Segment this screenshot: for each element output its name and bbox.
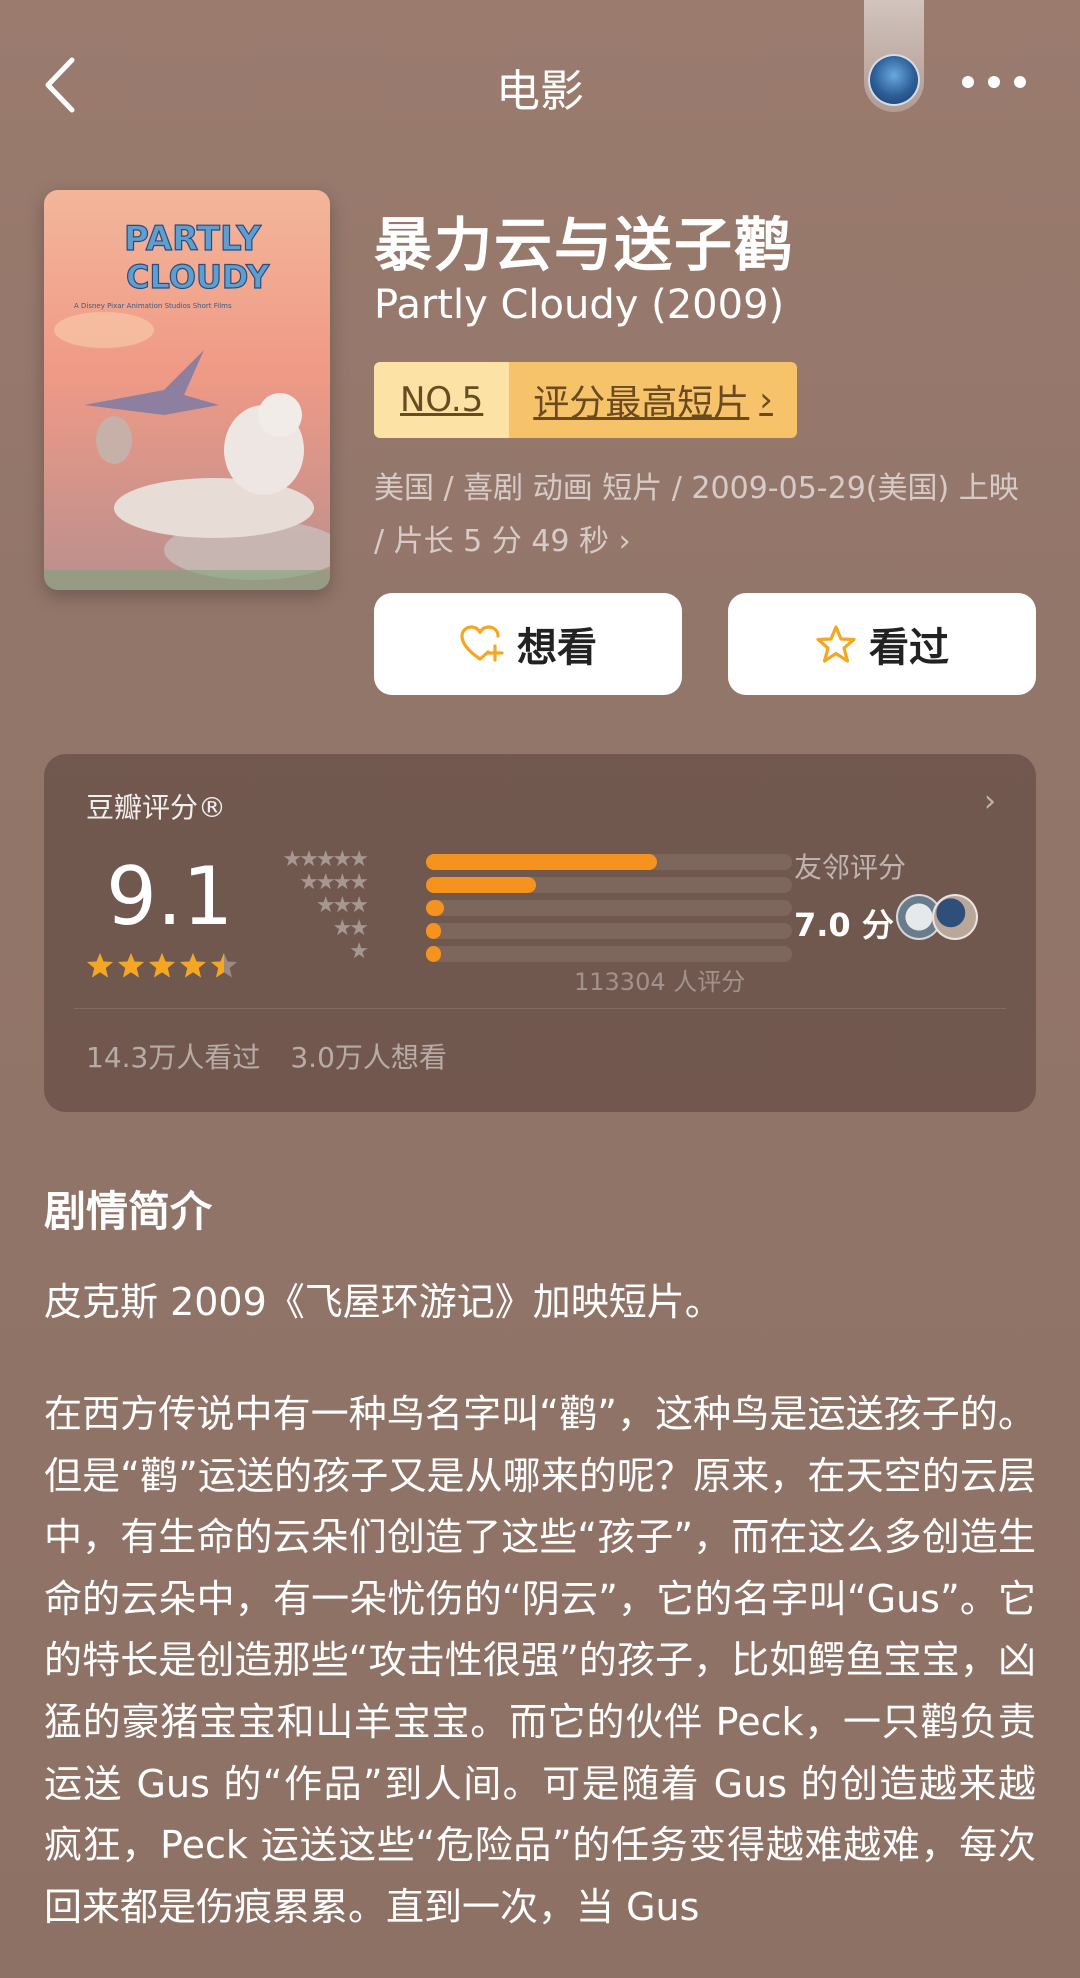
synopsis-paragraph: 皮克斯 2009《飞屋环游记》加映短片。 — [44, 1280, 723, 1324]
histogram-bar — [426, 923, 792, 939]
synopsis-paragraph: 在西方传说中有一种鸟名字叫“鹳”，这种鸟是运送孩子的。但是“鹳”运送的孩子又是从… — [44, 1392, 1036, 1929]
rating-count: 113304 人评分 — [574, 968, 746, 996]
divider — [74, 1008, 1006, 1009]
rank-list-link[interactable]: 评分最高短片 › — [509, 362, 797, 438]
star-icon — [149, 953, 175, 978]
rank-badge[interactable]: NO.5 评分最高短片 › — [374, 362, 797, 438]
histogram-bar-fill — [426, 877, 536, 893]
friend-rating-label: 友邻评分 — [794, 851, 907, 884]
want-button[interactable]: 想看 — [374, 593, 682, 695]
histogram-bar — [426, 877, 792, 893]
rank-number: NO.5 — [374, 362, 510, 438]
poster-title-line1: PARTLY — [124, 219, 261, 259]
rating-stats: 14.3万人看过 3.0万人想看 — [86, 1036, 447, 1076]
more-icon[interactable] — [962, 70, 1026, 94]
want-count: 3.0万人想看 — [290, 1041, 447, 1074]
poster-subtitle: A Disney Pixar Animation Studios Short F… — [74, 302, 232, 310]
avatar — [932, 894, 978, 940]
star-icon — [211, 953, 237, 978]
star-icon — [87, 953, 113, 978]
rating-stars — [86, 952, 238, 979]
poster-title-line2: CLOUDY — [126, 258, 270, 296]
histogram-stars: ★★★★ — [299, 870, 369, 895]
movie-title-cn: 暴力云与送子鹳 — [374, 211, 795, 279]
star-icon — [118, 953, 144, 978]
movie-title-en: Partly Cloudy (2009) — [374, 282, 785, 328]
seen-button-label: 看过 — [869, 625, 949, 671]
star-icon — [180, 953, 206, 978]
histogram-bar — [426, 854, 792, 870]
histogram-bar — [426, 946, 792, 962]
seen-count: 14.3万人看过 — [86, 1041, 261, 1074]
movie-meta[interactable]: 美国 / 喜剧 动画 短片 / 2009-05-29(美国) 上映 / 片长 5… — [374, 462, 1034, 568]
histogram-stars: ★ — [349, 939, 369, 964]
rank-list-label: 评分最高短片 — [533, 383, 750, 424]
chevron-right-icon: › — [984, 784, 996, 819]
movie-detail-page: 电影 PARTLY CLOUDY A Disney Pixar Animatio… — [0, 0, 1080, 1978]
histogram-stars: ★★ — [332, 916, 369, 941]
rating-score: 9.1 — [106, 850, 234, 943]
synopsis-title: 剧情简介 — [44, 1187, 213, 1236]
histogram-bar — [426, 900, 792, 916]
rating-card[interactable]: 豆瓣评分® › 9.1 ★★★★★ ★★★★ ★★★ ★★ ★ 113304 人评分 友… — [44, 754, 1036, 1112]
histogram-stars: ★★★★★ — [282, 847, 369, 872]
douban-rating-label: 豆瓣评分® — [86, 791, 227, 824]
histogram-bar-fill — [426, 923, 441, 939]
star-outline-icon — [816, 625, 856, 663]
movie-poster[interactable]: PARTLY CLOUDY A Disney Pixar Animation S… — [44, 190, 330, 590]
chevron-right-icon: › — [618, 524, 631, 559]
seen-button[interactable]: 看过 — [728, 593, 1036, 695]
movie-meta-text: 美国 / 喜剧 动画 短片 / 2009-05-29(美国) 上映 / 片长 5… — [374, 471, 1019, 559]
friend-rating-score: 7.0 分 — [794, 906, 894, 944]
friend-avatars[interactable] — [896, 894, 986, 944]
want-button-label: 想看 — [517, 625, 597, 671]
histogram-stars: ★★★ — [315, 893, 369, 918]
heart-plus-icon — [460, 625, 504, 662]
chevron-right-icon: › — [759, 380, 773, 420]
avatar[interactable] — [868, 54, 920, 106]
histogram-bar-fill — [426, 854, 657, 870]
histogram-bar-fill — [426, 900, 445, 916]
histogram-bar-fill — [426, 946, 441, 962]
